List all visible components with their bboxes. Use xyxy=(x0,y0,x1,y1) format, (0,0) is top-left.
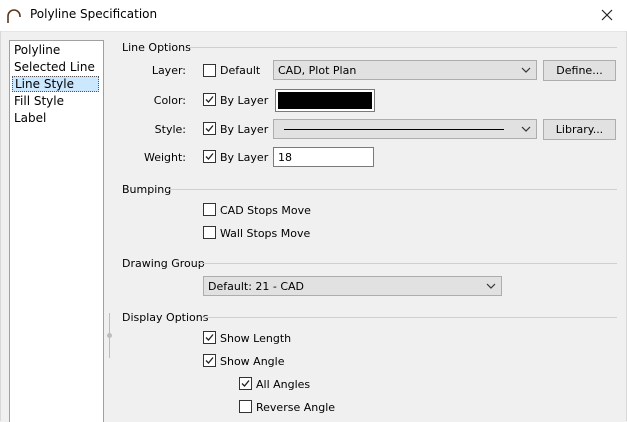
group-label-bumping: Bumping xyxy=(122,183,172,196)
nav-item-selected-line[interactable]: Selected Line xyxy=(12,59,99,75)
style-by-layer-label: By Layer xyxy=(220,123,269,136)
checkmark-icon xyxy=(205,334,214,341)
layer-value: CAD, Plot Plan xyxy=(278,64,357,77)
checkmark-icon xyxy=(205,357,214,364)
show-length-checkbox[interactable] xyxy=(203,331,216,344)
layer-default-label: Default xyxy=(220,64,261,77)
library-button[interactable]: Library... xyxy=(543,119,616,140)
all-angles-checkbox[interactable] xyxy=(239,377,252,390)
close-icon xyxy=(601,9,613,21)
splitter-grip[interactable] xyxy=(107,333,112,338)
weight-label: Weight: xyxy=(143,151,186,164)
checkmark-icon xyxy=(205,125,214,132)
group-label-line-options: Line Options xyxy=(122,41,191,54)
weight-input[interactable]: 18 xyxy=(273,147,374,167)
reverse-angle-label: Reverse Angle xyxy=(256,401,336,414)
window-border-left xyxy=(0,31,1,421)
show-angle-checkbox[interactable] xyxy=(203,354,216,367)
chevron-down-icon xyxy=(486,283,496,289)
color-by-layer-checkbox[interactable] xyxy=(203,93,216,106)
arc-icon xyxy=(6,8,22,27)
group-divider xyxy=(168,189,617,190)
define-button[interactable]: Define... xyxy=(543,60,616,81)
layer-dropdown[interactable]: CAD, Plot Plan xyxy=(273,60,537,80)
style-by-layer-checkbox[interactable] xyxy=(203,122,216,135)
group-label-drawing-group: Drawing Group xyxy=(122,257,205,270)
color-by-layer-label: By Layer xyxy=(220,94,269,107)
weight-by-layer-checkbox[interactable] xyxy=(203,150,216,163)
style-label: Style: xyxy=(154,123,186,136)
group-divider xyxy=(188,47,617,48)
line-style-preview xyxy=(284,129,504,130)
cad-stops-move-label: CAD Stops Move xyxy=(220,204,311,217)
wall-stops-move-label: Wall Stops Move xyxy=(220,227,311,240)
color-label: Color: xyxy=(153,94,186,107)
group-divider xyxy=(202,317,617,318)
weight-by-layer-label: By Layer xyxy=(220,151,269,164)
show-angle-label: Show Angle xyxy=(220,355,285,368)
layer-default-checkbox[interactable] xyxy=(203,64,216,77)
color-swatch[interactable] xyxy=(275,89,375,112)
panel-nav-list[interactable]: Polyline Selected Line Line Style Fill S… xyxy=(9,40,104,422)
layer-label: Layer: xyxy=(151,64,186,77)
cad-stops-move-checkbox[interactable] xyxy=(203,203,216,216)
all-angles-label: All Angles xyxy=(256,378,311,391)
drawing-group-value: Default: 21 - CAD xyxy=(208,280,305,293)
show-length-label: Show Length xyxy=(220,332,292,345)
nav-item-fill-style[interactable]: Fill Style xyxy=(12,93,99,109)
nav-item-label[interactable]: Label xyxy=(12,110,99,126)
wall-stops-move-checkbox[interactable] xyxy=(203,226,216,239)
weight-value: 18 xyxy=(278,151,292,164)
group-divider xyxy=(199,263,617,264)
checkmark-icon xyxy=(205,96,214,103)
window-title: Polyline Specification xyxy=(30,7,158,21)
line-style-dropdown[interactable] xyxy=(273,119,537,139)
nav-item-line-style[interactable]: Line Style xyxy=(12,76,99,92)
close-button[interactable] xyxy=(593,2,621,28)
chevron-down-icon xyxy=(521,67,531,73)
reverse-angle-checkbox[interactable] xyxy=(239,400,252,413)
group-label-display-options: Display Options xyxy=(122,311,209,324)
drawing-group-dropdown[interactable]: Default: 21 - CAD xyxy=(203,276,502,296)
checkmark-icon xyxy=(241,380,250,387)
checkmark-icon xyxy=(205,153,214,160)
nav-item-polyline[interactable]: Polyline xyxy=(12,42,99,58)
title-bar: Polyline Specification xyxy=(0,0,627,32)
chevron-down-icon xyxy=(521,126,531,132)
